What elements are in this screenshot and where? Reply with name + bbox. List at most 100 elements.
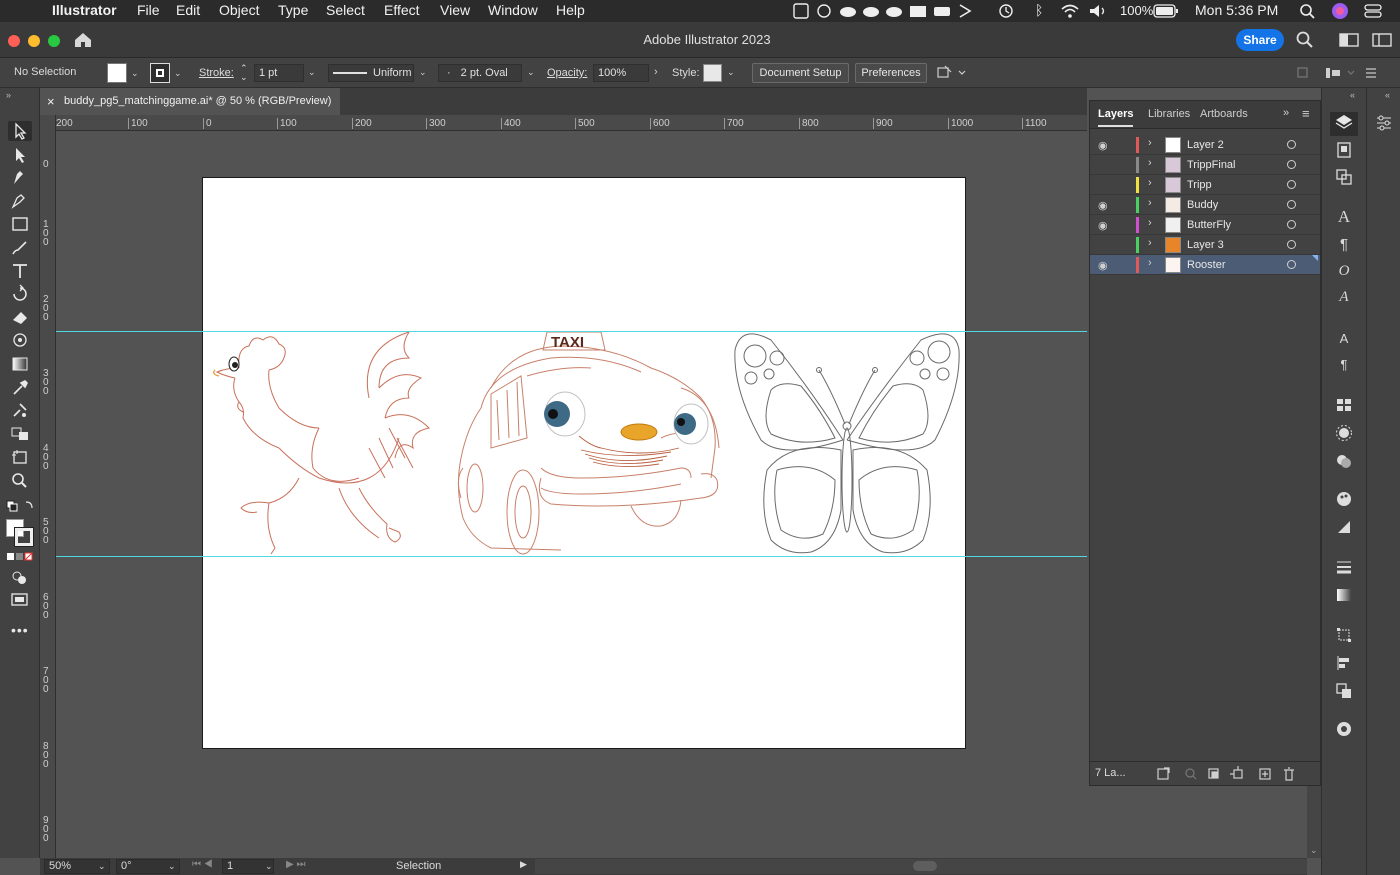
screen-mode-icon[interactable] [8, 590, 32, 610]
layers-footer-actions[interactable] [1156, 766, 1296, 782]
layer-target-icon[interactable] [1287, 260, 1296, 269]
layer-target-icon[interactable] [1287, 140, 1296, 149]
expand-layer-chevron-icon[interactable]: › [1148, 137, 1152, 149]
home-icon[interactable] [73, 31, 93, 49]
close-window-button[interactable] [8, 35, 20, 47]
layers-panel-icon[interactable] [1330, 112, 1358, 136]
eraser-tool-icon[interactable] [8, 307, 32, 327]
expand-layer-chevron-icon[interactable]: › [1148, 197, 1152, 209]
menu-select[interactable]: Select [326, 2, 365, 18]
appearance-panel-icon[interactable] [1334, 720, 1354, 738]
artboards-panel-icon[interactable] [1334, 168, 1354, 186]
stroke-stepper-icon[interactable]: ⌃ ⌄ [240, 64, 248, 82]
rectangle-tool-icon[interactable] [8, 214, 32, 234]
layer-name[interactable]: Layer 3 [1187, 239, 1224, 251]
properties-panel-icon[interactable] [1374, 114, 1394, 132]
app-menu-illustrator[interactable]: Illustrator [52, 2, 117, 18]
layer-row-layer-2[interactable]: ◉ › Layer 2 [1090, 135, 1320, 155]
fill-swatch[interactable] [107, 63, 127, 83]
stroke-weight-chevron-icon[interactable]: ⌄ [308, 67, 316, 78]
layer-name[interactable]: Buddy [1187, 199, 1218, 211]
brush-definition[interactable]: · 2 pt. Oval [438, 64, 522, 82]
tab-artboards[interactable]: Artboards [1200, 108, 1248, 120]
draw-mode-icon[interactable] [8, 567, 32, 587]
swatches-panel-icon[interactable] [1334, 396, 1354, 414]
pathfinder-panel-icon[interactable] [1334, 682, 1354, 700]
zoom-tool-icon[interactable] [8, 470, 32, 490]
document-setup-button[interactable]: Document Setup [752, 63, 849, 83]
document-canvas[interactable]: TAXI [56, 131, 1087, 858]
menu-window[interactable]: Window [488, 2, 538, 18]
tab-layers[interactable]: Layers [1098, 108, 1134, 127]
pen-tool-icon[interactable] [8, 168, 32, 188]
layer-target-icon[interactable] [1287, 160, 1296, 169]
menu-help[interactable]: Help [556, 2, 585, 18]
rotate-tool-icon[interactable] [8, 284, 32, 304]
volume-icon[interactable] [1088, 3, 1108, 19]
collapse-properties-dock-icon[interactable]: « [1385, 90, 1390, 100]
search-icon[interactable] [1296, 31, 1314, 49]
workspace-switcher-icon[interactable] [1372, 32, 1392, 48]
status-menu-arrow-icon[interactable]: ▶ [520, 859, 527, 870]
variable-width-profile[interactable]: Uniform [328, 64, 414, 82]
layer-name[interactable]: Tripp [1187, 179, 1212, 191]
rotate-chevron-icon[interactable]: ⌄ [168, 861, 176, 872]
eyedropper-tool-icon[interactable] [8, 377, 32, 397]
menu-file[interactable]: File [137, 2, 160, 18]
expand-layer-chevron-icon[interactable]: › [1148, 217, 1152, 229]
paintbrush-tool-icon[interactable] [8, 238, 32, 258]
layer-row-tripp[interactable]: › Tripp [1090, 175, 1320, 195]
control-center-icon[interactable] [1364, 3, 1382, 19]
arrange-documents-icon[interactable] [1339, 32, 1359, 48]
layer-target-icon[interactable] [1287, 180, 1296, 189]
transform-panel-icon[interactable] [1334, 626, 1354, 644]
symbols-panel-icon[interactable] [1334, 452, 1354, 470]
layer-row-rooster[interactable]: ◉ › Rooster [1090, 255, 1320, 275]
expand-layer-chevron-icon[interactable]: › [1148, 237, 1152, 249]
close-document-icon[interactable]: × [47, 88, 55, 115]
siri-icon[interactable] [1331, 2, 1349, 20]
expand-layer-chevron-icon[interactable]: › [1148, 177, 1152, 189]
artboard-next-last-icon[interactable]: ▶ ⏭ [286, 859, 305, 870]
direct-selection-tool-icon[interactable] [8, 145, 32, 165]
shape-builder-tool-icon[interactable] [8, 423, 32, 443]
gradient-panel-icon[interactable] [1334, 586, 1354, 604]
visibility-eye-icon[interactable]: ◉ [1098, 219, 1108, 232]
curvature-tool-icon[interactable] [8, 191, 32, 211]
layer-name[interactable]: ButterFly [1187, 219, 1231, 231]
menu-object[interactable]: Object [219, 2, 259, 18]
butterfly-artwork[interactable] [731, 330, 963, 562]
color-panel-icon[interactable] [1334, 490, 1354, 508]
gradient-tool-icon[interactable] [8, 354, 32, 374]
layer-name[interactable]: TrippFinal [1187, 159, 1236, 171]
share-button[interactable]: Share [1236, 29, 1284, 51]
menu-edit[interactable]: Edit [176, 2, 200, 18]
rooster-artwork[interactable] [209, 328, 439, 558]
artboard-tool-icon[interactable] [8, 447, 32, 467]
opacity-expand-chevron-icon[interactable]: › [654, 66, 658, 78]
style-chevron-icon[interactable]: ⌄ [727, 67, 735, 78]
layer-row-buddy[interactable]: ◉ › Buddy [1090, 195, 1320, 215]
visibility-eye-icon[interactable]: ◉ [1098, 199, 1108, 212]
layer-target-icon[interactable] [1287, 220, 1296, 229]
graphic-style-swatch[interactable] [703, 64, 722, 82]
layer-name[interactable]: Layer 2 [1187, 139, 1224, 151]
character-styles-panel-icon[interactable]: A [1334, 330, 1354, 348]
edit-toolbar-more-icon[interactable]: ••• [11, 622, 29, 638]
layer-row-trippfinal[interactable]: › TrippFinal [1090, 155, 1320, 175]
brushes-panel-icon[interactable] [1334, 424, 1354, 442]
horizontal-scroll-thumb[interactable] [913, 861, 937, 871]
menu-view[interactable]: View [440, 2, 470, 18]
paragraph-styles-panel-icon[interactable]: ¶ [1334, 356, 1354, 374]
expand-layer-chevron-icon[interactable]: › [1148, 157, 1152, 169]
character-panel-icon[interactable]: A [1334, 208, 1354, 226]
horizontal-scrollbar[interactable] [535, 859, 1307, 874]
bluetooth-icon[interactable]: ᛒ [1035, 2, 1043, 18]
panel-menu-icon[interactable]: ≡ [1302, 106, 1310, 121]
free-transform-tool-icon[interactable] [8, 330, 32, 350]
color-guide-panel-icon[interactable] [1334, 518, 1354, 536]
artboard[interactable]: TAXI [202, 177, 966, 749]
menu-effect[interactable]: Effect [384, 2, 420, 18]
opacity-label[interactable]: Opacity: [547, 67, 587, 79]
visibility-eye-icon[interactable]: ◉ [1098, 259, 1108, 272]
